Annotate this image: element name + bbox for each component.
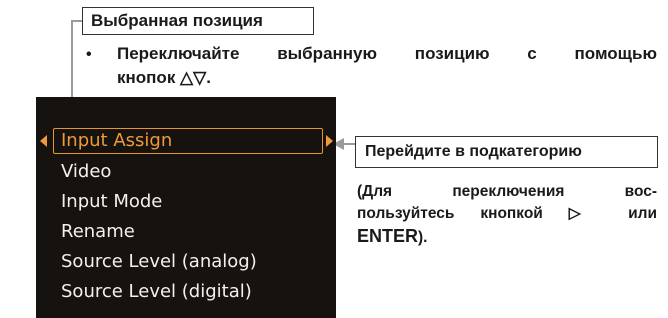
- note-line-3-tail: ).: [418, 229, 428, 246]
- note-enter-key: ENTER: [357, 226, 419, 246]
- menu-item-source-level-digital[interactable]: Source Level (digital): [61, 281, 252, 302]
- right-arrow-icon: [326, 135, 333, 147]
- instruction-line-2: кнопок △▽.: [117, 68, 211, 87]
- left-arrow-icon: [40, 135, 47, 147]
- menu-item-input-mode[interactable]: Input Mode: [61, 191, 162, 212]
- go-to-subcategory-label: Перейдите в подкатегорию: [365, 143, 582, 160]
- enter-note: (Для переключения вос- пользуйтесь кнопк…: [357, 181, 657, 249]
- menu-item-rename[interactable]: Rename: [61, 221, 135, 242]
- menu-item-input-assign[interactable]: Input Assign: [53, 128, 323, 154]
- osd-menu: Input Assign Video Input Mode Rename Sou…: [36, 97, 336, 318]
- selected-position-label: Выбранная позиция: [91, 11, 263, 30]
- menu-item-source-level-analog[interactable]: Source Level (analog): [61, 251, 257, 272]
- instruction-bullet: •: [86, 46, 92, 63]
- instruction-text: Переключайте выбранную позицию с помощью…: [117, 42, 657, 90]
- go-to-subcategory-callout: Перейдите в подкатегорию: [355, 136, 658, 168]
- note-line-2: пользуйтесь кнопкой ▷ или: [357, 205, 657, 222]
- selected-position-callout: Выбранная позиция: [82, 7, 314, 35]
- instruction-line-1: Переключайте выбранную позицию с помощью: [117, 44, 657, 63]
- note-line-1: (Для переключения вос-: [357, 183, 657, 200]
- menu-item-video[interactable]: Video: [61, 161, 111, 182]
